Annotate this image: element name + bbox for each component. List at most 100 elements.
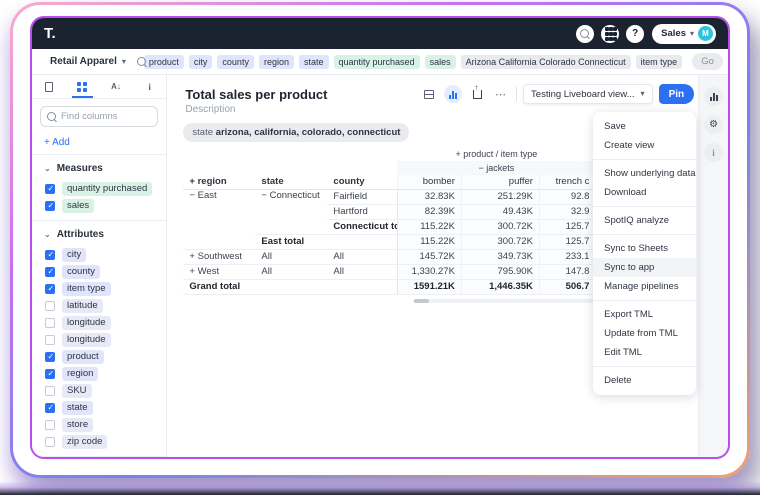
checkbox-unchecked-icon[interactable] <box>45 318 55 328</box>
menu-item-sync-to-sheets[interactable]: Sync to Sheets <box>593 239 696 258</box>
search-token[interactable]: county <box>217 55 254 69</box>
search-token[interactable]: Arizona California Colorado Connecticut <box>461 55 631 69</box>
data-source-selector[interactable]: Retail Apparel <box>50 56 117 67</box>
more-options-icon[interactable]: ⋯ <box>492 85 510 103</box>
row-header[interactable]: Hartford <box>327 204 397 219</box>
dates-section-header[interactable]: ⌄ Dates <box>32 457 166 459</box>
measures-section-header[interactable]: ⌄ Measures <box>32 155 166 180</box>
row-header[interactable]: + West <box>183 264 255 279</box>
subtotal-row-header[interactable]: Connecticut total <box>327 219 397 234</box>
avatar[interactable]: M <box>698 26 713 41</box>
checkbox-checked-icon[interactable] <box>45 284 55 294</box>
info-icon[interactable]: i <box>704 143 723 162</box>
column-item[interactable]: store <box>32 416 166 433</box>
column-header[interactable]: county <box>327 175 397 189</box>
tab-sort-az-icon[interactable]: A↓ <box>99 75 133 98</box>
column-item[interactable]: county <box>32 263 166 280</box>
checkbox-checked-icon[interactable] <box>45 369 55 379</box>
chart-insights-icon[interactable] <box>704 87 723 106</box>
search-token[interactable]: region <box>259 55 294 69</box>
column-item[interactable]: latitude <box>32 297 166 314</box>
menu-item-spotiq-analyze[interactable]: SpotIQ analyze <box>593 211 696 230</box>
column-item[interactable]: longitude <box>32 314 166 331</box>
subtotal-row-header[interactable]: East total <box>255 234 397 249</box>
row-header[interactable]: All <box>255 264 327 279</box>
column-item[interactable]: SKU <box>32 382 166 399</box>
menu-item-download[interactable]: Download <box>593 183 696 202</box>
search-token[interactable]: product <box>144 55 184 69</box>
search-token[interactable]: state <box>299 55 329 69</box>
row-header[interactable]: All <box>327 264 397 279</box>
menu-item-save[interactable]: Save <box>593 117 696 136</box>
column-item[interactable]: item type <box>32 280 166 297</box>
menu-item-sync-to-app[interactable]: Sync to app <box>593 258 696 277</box>
checkbox-checked-icon[interactable] <box>45 201 55 211</box>
pin-button[interactable]: Pin <box>659 84 695 104</box>
search-token[interactable]: sales <box>425 55 456 69</box>
row-header[interactable]: Fairfield <box>327 189 397 204</box>
add-column-link[interactable]: + Add <box>44 137 70 148</box>
menu-item-delete[interactable]: Delete <box>593 371 696 390</box>
search-icon[interactable] <box>576 25 594 43</box>
menu-item-manage-pipelines[interactable]: Manage pipelines <box>593 277 696 296</box>
row-header[interactable]: + Southwest <box>183 249 255 264</box>
column-subgroup-header[interactable]: − jackets <box>397 161 595 175</box>
share-icon[interactable] <box>468 85 486 103</box>
row-header[interactable]: − East <box>183 189 255 249</box>
liveboard-view-selector[interactable]: Testing Liveboard view... ▾ <box>523 84 653 104</box>
row-header[interactable]: − Connecticut <box>255 189 327 234</box>
tab-columns-icon[interactable] <box>66 75 100 98</box>
checkbox-checked-icon[interactable] <box>45 250 55 260</box>
column-item[interactable]: state <box>32 399 166 416</box>
horizontal-scrollbar[interactable] <box>413 299 595 303</box>
column-item[interactable]: longitude <box>32 331 166 348</box>
menu-item-export-tml[interactable]: Export TML <box>593 305 696 324</box>
row-header[interactable]: All <box>327 249 397 264</box>
go-button[interactable]: Go <box>692 53 723 70</box>
table-view-icon[interactable] <box>420 85 438 103</box>
column-header[interactable]: puffer <box>461 175 539 189</box>
apps-grid-icon[interactable] <box>601 25 619 43</box>
tab-saved-icon[interactable] <box>32 75 66 98</box>
column-item[interactable]: zip code <box>32 433 166 450</box>
description-link[interactable]: Description <box>185 104 235 115</box>
thoughtspot-logo[interactable]: T. <box>44 25 56 42</box>
attributes-section-header[interactable]: ⌄ Attributes <box>32 221 166 246</box>
menu-item-edit-tml[interactable]: Edit TML <box>593 343 696 362</box>
filter-chip[interactable]: state arizona, california, colorado, con… <box>183 123 409 142</box>
search-token[interactable]: item type <box>636 55 683 69</box>
search-token[interactable]: city <box>189 55 213 69</box>
find-columns-input[interactable] <box>61 111 146 122</box>
checkbox-unchecked-icon[interactable] <box>45 420 55 430</box>
chart-view-icon[interactable] <box>444 85 462 103</box>
menu-item-update-from-tml[interactable]: Update from TML <box>593 324 696 343</box>
menu-item-create-view[interactable]: Create view <box>593 136 696 155</box>
checkbox-unchecked-icon[interactable] <box>45 386 55 396</box>
checkbox-checked-icon[interactable] <box>45 403 55 413</box>
search-token[interactable]: quantity purchased <box>334 55 420 69</box>
column-item[interactable]: quantity purchased <box>32 180 166 197</box>
tab-info-icon[interactable]: i <box>133 75 167 98</box>
checkbox-unchecked-icon[interactable] <box>45 301 55 311</box>
column-header[interactable]: + region <box>183 175 255 189</box>
menu-item-show-underlying-data[interactable]: Show underlying data <box>593 164 696 183</box>
find-columns-field[interactable] <box>40 106 158 127</box>
help-icon[interactable]: ? <box>626 25 644 43</box>
checkbox-checked-icon[interactable] <box>45 267 55 277</box>
user-menu-button[interactable]: Sales ▾ M <box>652 24 716 44</box>
checkbox-unchecked-icon[interactable] <box>45 437 55 447</box>
column-item[interactable]: product <box>32 348 166 365</box>
checkbox-unchecked-icon[interactable] <box>45 335 55 345</box>
column-item[interactable]: sales <box>32 197 166 214</box>
gear-icon[interactable]: ⚙ <box>704 115 723 134</box>
column-header[interactable]: state <box>255 175 327 189</box>
column-item[interactable]: region <box>32 365 166 382</box>
checkbox-checked-icon[interactable] <box>45 352 55 362</box>
row-header[interactable]: All <box>255 249 327 264</box>
column-header[interactable]: trench c <box>539 175 595 189</box>
checkbox-checked-icon[interactable] <box>45 184 55 194</box>
column-header[interactable]: bomber <box>397 175 461 189</box>
scrollbar-thumb[interactable] <box>414 299 429 303</box>
column-group-header[interactable]: + product / item type <box>397 147 595 161</box>
column-item[interactable]: city <box>32 246 166 263</box>
